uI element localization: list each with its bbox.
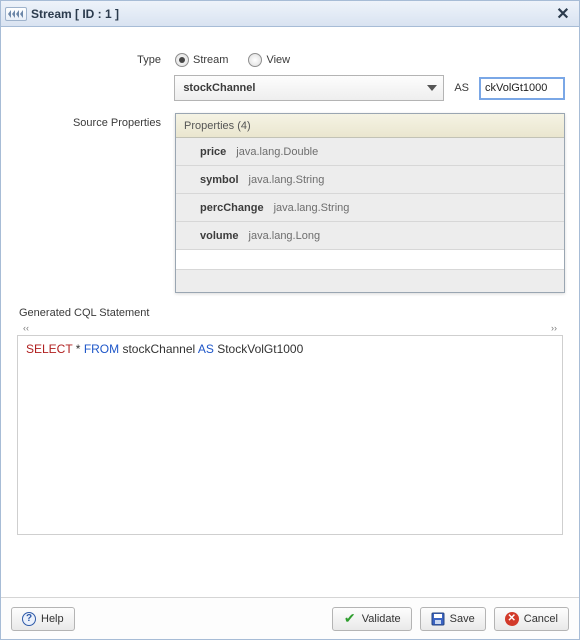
- cancel-button[interactable]: ✕ Cancel: [494, 607, 569, 631]
- cql-alias: StockVolGt1000: [214, 342, 303, 356]
- window-title: Stream [ ID : 1 ]: [31, 7, 119, 21]
- cql-textarea[interactable]: SELECT * FROM stockChannel AS StockVolGt…: [17, 335, 563, 535]
- source-combobox[interactable]: stockChannel: [174, 75, 444, 101]
- footer: ? Help ✔ Validate Save ✕ Cancel: [1, 597, 579, 639]
- cql-star: *: [72, 342, 83, 356]
- cancel-icon: ✕: [505, 612, 519, 626]
- titlebar: Stream [ ID : 1 ] ✕: [1, 1, 579, 27]
- property-row[interactable]: price java.lang.Double: [176, 138, 564, 166]
- close-button[interactable]: ✕: [553, 4, 573, 24]
- property-name: symbol: [200, 174, 239, 186]
- source-row: stockChannel AS: [15, 75, 565, 101]
- radio-stream[interactable]: Stream: [175, 53, 228, 67]
- as-label: AS: [454, 82, 469, 94]
- property-name: price: [200, 146, 226, 158]
- help-button[interactable]: ? Help: [11, 607, 75, 631]
- dialog-content: Type Stream View stockChannel AS: [1, 27, 579, 543]
- cql-keyword-from: FROM: [84, 342, 119, 356]
- chevron-down-icon: [427, 85, 437, 91]
- property-row[interactable]: percChange java.lang.String: [176, 194, 564, 222]
- validate-button-label: Validate: [362, 613, 401, 625]
- save-button[interactable]: Save: [420, 607, 486, 631]
- validate-button[interactable]: ✔ Validate: [332, 607, 412, 631]
- radio-view[interactable]: View: [248, 53, 290, 67]
- property-row[interactable]: volume java.lang.Long: [176, 222, 564, 250]
- cql-label: Generated CQL Statement: [19, 307, 149, 319]
- close-icon: ✕: [556, 4, 569, 24]
- save-button-label: Save: [450, 613, 475, 625]
- properties-header: Properties (4): [176, 114, 564, 138]
- property-name: volume: [200, 230, 239, 242]
- property-row[interactable]: symbol java.lang.String: [176, 166, 564, 194]
- cql-table: stockChannel: [119, 342, 198, 356]
- cql-keyword-select: SELECT: [26, 342, 72, 356]
- type-radio-group: Stream View: [175, 53, 290, 67]
- help-button-label: Help: [41, 613, 64, 625]
- property-type: java.lang.Long: [249, 230, 321, 242]
- cql-resize-handles: ‹‹››: [17, 323, 563, 335]
- radio-icon: [248, 53, 262, 67]
- property-type: java.lang.Double: [236, 146, 318, 158]
- stream-chevrons-icon: [5, 7, 27, 21]
- type-row: Type Stream View: [15, 53, 565, 67]
- property-name: percChange: [200, 202, 264, 214]
- source-properties-row: Source Properties Properties (4) price j…: [15, 113, 565, 293]
- source-combobox-value: stockChannel: [183, 82, 255, 94]
- properties-table: Properties (4) price java.lang.Double sy…: [175, 113, 565, 293]
- floppy-icon: [431, 612, 445, 626]
- radio-stream-label: Stream: [193, 54, 228, 66]
- property-type: java.lang.String: [274, 202, 350, 214]
- source-properties-label: Source Properties: [15, 113, 175, 129]
- help-icon: ?: [22, 612, 36, 626]
- check-icon: ✔: [343, 612, 357, 626]
- radio-view-label: View: [266, 54, 290, 66]
- radio-icon: [175, 53, 189, 67]
- alias-input[interactable]: [479, 77, 565, 100]
- cql-section: Generated CQL Statement ‹‹›› SELECT * FR…: [15, 307, 565, 535]
- property-blank-row: [176, 270, 564, 292]
- property-blank-row: [176, 250, 564, 270]
- type-label: Type: [15, 54, 175, 66]
- cql-keyword-as: AS: [198, 342, 214, 356]
- property-type: java.lang.String: [249, 174, 325, 186]
- cancel-button-label: Cancel: [524, 613, 558, 625]
